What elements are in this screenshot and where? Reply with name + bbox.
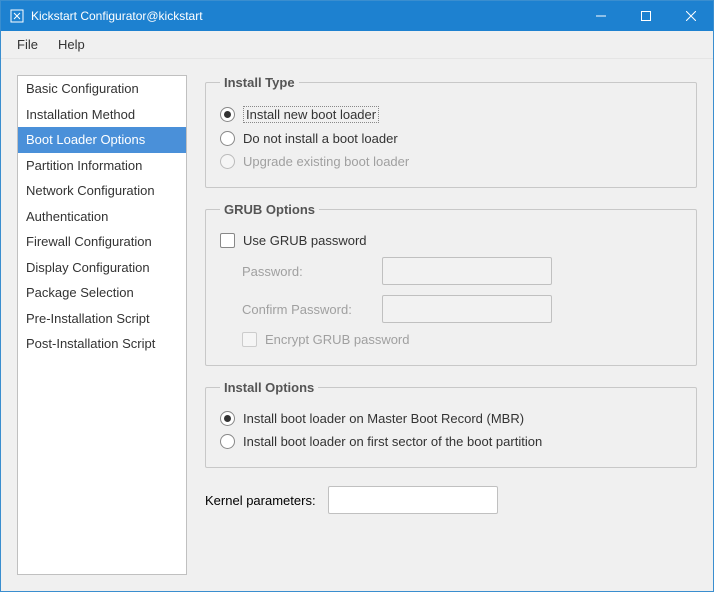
window-controls bbox=[578, 1, 713, 31]
sidebar-item-installation-method[interactable]: Installation Method bbox=[18, 102, 186, 128]
install-options-group: Install Options Install boot loader on M… bbox=[205, 380, 697, 468]
radio-label: Install new boot loader bbox=[243, 106, 379, 123]
sidebar-item-network-configuration[interactable]: Network Configuration bbox=[18, 178, 186, 204]
radio-icon bbox=[220, 107, 235, 122]
confirm-password-input bbox=[382, 295, 552, 323]
password-row: Password: bbox=[220, 252, 682, 290]
menubar: File Help bbox=[1, 31, 713, 59]
sidebar-item-display-configuration[interactable]: Display Configuration bbox=[18, 255, 186, 281]
confirm-password-row: Confirm Password: bbox=[220, 290, 682, 328]
confirm-password-label: Confirm Password: bbox=[242, 302, 370, 317]
kernel-parameters-row: Kernel parameters: bbox=[205, 482, 697, 514]
checkbox-use-grub-password[interactable]: Use GRUB password bbox=[220, 229, 682, 252]
sidebar-item-package-selection[interactable]: Package Selection bbox=[18, 280, 186, 306]
radio-label: Do not install a boot loader bbox=[243, 131, 398, 146]
radio-label: Install boot loader on Master Boot Recor… bbox=[243, 411, 524, 426]
close-button[interactable] bbox=[668, 1, 713, 31]
grub-options-group: GRUB Options Use GRUB password Password:… bbox=[205, 202, 697, 366]
sidebar-item-basic-configuration[interactable]: Basic Configuration bbox=[18, 76, 186, 102]
checkbox-label: Use GRUB password bbox=[243, 233, 367, 248]
grub-options-legend: GRUB Options bbox=[220, 202, 319, 217]
radio-upgrade: Upgrade existing boot loader bbox=[220, 150, 682, 173]
radio-icon bbox=[220, 411, 235, 426]
checkbox-icon bbox=[220, 233, 235, 248]
password-label: Password: bbox=[242, 264, 370, 279]
content-area: Basic Configuration Installation Method … bbox=[1, 59, 713, 591]
sidebar-item-post-installation-script[interactable]: Post-Installation Script bbox=[18, 331, 186, 357]
password-input bbox=[382, 257, 552, 285]
titlebar: Kickstart Configurator@kickstart bbox=[1, 1, 713, 31]
sidebar-item-authentication[interactable]: Authentication bbox=[18, 204, 186, 230]
sidebar-item-pre-installation-script[interactable]: Pre-Installation Script bbox=[18, 306, 186, 332]
install-type-legend: Install Type bbox=[220, 75, 299, 90]
radio-icon bbox=[220, 154, 235, 169]
radio-icon bbox=[220, 131, 235, 146]
radio-icon bbox=[220, 434, 235, 449]
checkbox-icon bbox=[242, 332, 257, 347]
menu-file[interactable]: File bbox=[7, 33, 48, 56]
menu-help[interactable]: Help bbox=[48, 33, 95, 56]
sidebar-item-partition-information[interactable]: Partition Information bbox=[18, 153, 186, 179]
radio-first-sector[interactable]: Install boot loader on first sector of t… bbox=[220, 430, 682, 453]
kernel-parameters-input[interactable] bbox=[328, 486, 498, 514]
radio-mbr[interactable]: Install boot loader on Master Boot Recor… bbox=[220, 407, 682, 430]
main-panel: Install Type Install new boot loader Do … bbox=[205, 75, 697, 575]
checkbox-label: Encrypt GRUB password bbox=[265, 332, 410, 347]
sidebar-item-boot-loader-options[interactable]: Boot Loader Options bbox=[18, 127, 186, 153]
kernel-parameters-label: Kernel parameters: bbox=[205, 493, 316, 508]
radio-label: Install boot loader on first sector of t… bbox=[243, 434, 542, 449]
window-title: Kickstart Configurator@kickstart bbox=[31, 9, 578, 23]
install-type-group: Install Type Install new boot loader Do … bbox=[205, 75, 697, 188]
sidebar-item-firewall-configuration[interactable]: Firewall Configuration bbox=[18, 229, 186, 255]
install-options-legend: Install Options bbox=[220, 380, 318, 395]
radio-do-not-install[interactable]: Do not install a boot loader bbox=[220, 127, 682, 150]
app-icon bbox=[9, 8, 25, 24]
minimize-button[interactable] bbox=[578, 1, 623, 31]
radio-install-new[interactable]: Install new boot loader bbox=[220, 102, 682, 127]
sidebar: Basic Configuration Installation Method … bbox=[17, 75, 187, 575]
radio-label: Upgrade existing boot loader bbox=[243, 154, 409, 169]
maximize-button[interactable] bbox=[623, 1, 668, 31]
checkbox-encrypt-grub-password: Encrypt GRUB password bbox=[220, 328, 682, 351]
